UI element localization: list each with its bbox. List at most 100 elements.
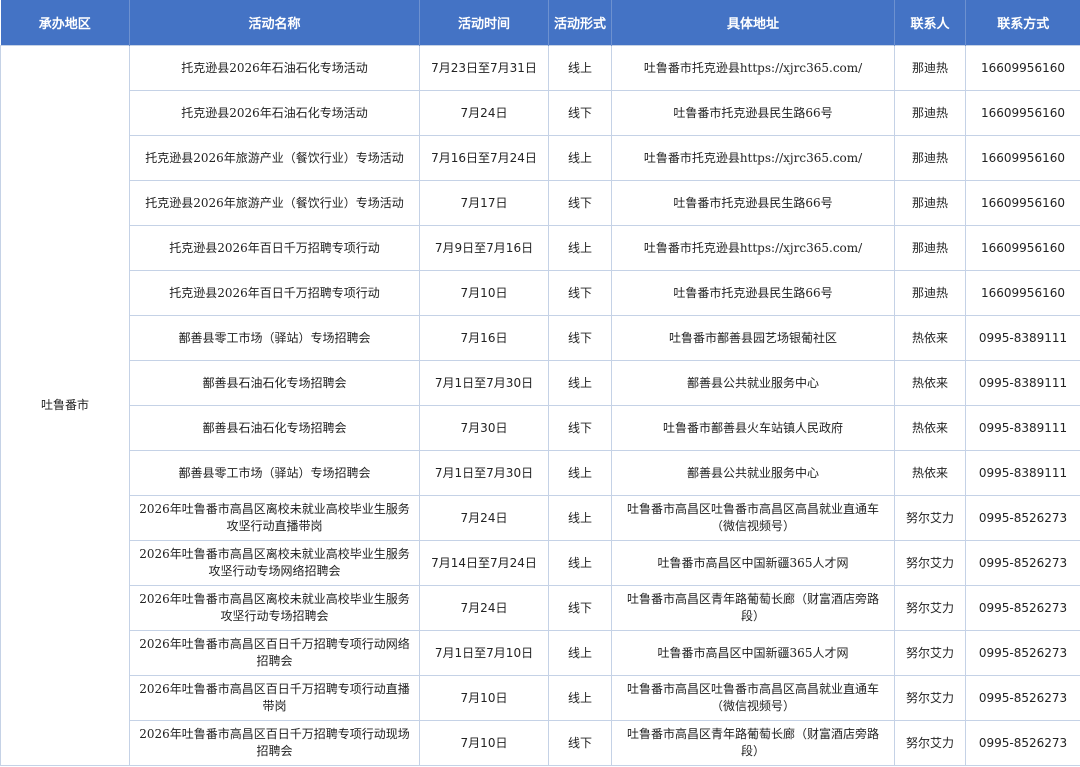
activity-name-cell: 鄯善县零工市场（驿站）专场招聘会 xyxy=(129,450,420,496)
table-row: 2026年吐鲁番市高昌区离校未就业高校毕业生服务攻坚行动直播带岗 7月24日 线… xyxy=(1,495,1080,541)
contact-phone-cell: 16609956160 xyxy=(965,45,1080,91)
contact-person-cell: 努尔艾力 xyxy=(894,675,966,721)
activity-form-cell: 线上 xyxy=(548,495,612,541)
activity-form-cell: 线上 xyxy=(548,225,612,271)
contact-phone-cell: 16609956160 xyxy=(965,180,1080,226)
address-cell: 吐鲁番市托克逊县https://xjrc365.com/ xyxy=(611,135,895,181)
contact-person-cell: 那迪热 xyxy=(894,90,966,136)
header-activity-form: 活动形式 xyxy=(548,0,612,46)
activity-time-cell: 7月30日 xyxy=(419,405,549,451)
address-cell: 吐鲁番市托克逊县https://xjrc365.com/ xyxy=(611,225,895,271)
header-activity-name: 活动名称 xyxy=(129,0,420,46)
table-row: 托克逊县2026年旅游产业（餐饮行业）专场活动 7月16日至7月24日 线上 吐… xyxy=(1,135,1080,181)
address-cell: 吐鲁番市鄯善县火车站镇人民政府 xyxy=(611,405,895,451)
address-cell: 鄯善县公共就业服务中心 xyxy=(611,450,895,496)
header-address: 具体地址 xyxy=(611,0,895,46)
activity-name-cell: 2026年吐鲁番市高昌区百日千万招聘专项行动网络招聘会 xyxy=(129,630,420,676)
activity-name-cell: 鄯善县石油石化专场招聘会 xyxy=(129,360,420,406)
address-cell: 鄯善县公共就业服务中心 xyxy=(611,360,895,406)
address-cell: 吐鲁番市托克逊县https://xjrc365.com/ xyxy=(611,45,895,91)
header-region: 承办地区 xyxy=(0,0,130,46)
activity-time-cell: 7月23日至7月31日 xyxy=(419,45,549,91)
activity-name-cell: 托克逊县2026年石油石化专场活动 xyxy=(129,45,420,91)
contact-person-cell: 那迪热 xyxy=(894,45,966,91)
table-row: 托克逊县2026年石油石化专场活动 7月24日 线下 吐鲁番市托克逊县民生路66… xyxy=(1,90,1080,136)
contact-phone-cell: 0995-8526273 xyxy=(965,495,1080,541)
activity-form-cell: 线下 xyxy=(548,315,612,361)
table-row: 2026年吐鲁番市高昌区百日千万招聘专项行动现场招聘会 7月10日 线下 吐鲁番… xyxy=(1,720,1080,766)
contact-phone-cell: 16609956160 xyxy=(965,135,1080,181)
activity-form-cell: 线上 xyxy=(548,450,612,496)
address-cell: 吐鲁番市托克逊县民生路66号 xyxy=(611,270,895,316)
contact-person-cell: 努尔艾力 xyxy=(894,720,966,766)
activity-name-cell: 托克逊县2026年旅游产业（餐饮行业）专场活动 xyxy=(129,180,420,226)
table-row: 鄯善县零工市场（驿站）专场招聘会 7月1日至7月30日 线上 鄯善县公共就业服务… xyxy=(1,450,1080,496)
header-activity-time: 活动时间 xyxy=(419,0,549,46)
activity-name-cell: 鄯善县石油石化专场招聘会 xyxy=(129,405,420,451)
contact-phone-cell: 0995-8526273 xyxy=(965,675,1080,721)
activity-time-cell: 7月9日至7月16日 xyxy=(419,225,549,271)
activity-time-cell: 7月17日 xyxy=(419,180,549,226)
contact-phone-cell: 0995-8526273 xyxy=(965,540,1080,586)
contact-person-cell: 努尔艾力 xyxy=(894,585,966,631)
activity-name-cell: 托克逊县2026年百日千万招聘专项行动 xyxy=(129,225,420,271)
activity-name-cell: 托克逊县2026年石油石化专场活动 xyxy=(129,90,420,136)
header-contact-person: 联系人 xyxy=(894,0,966,46)
table-row: 2026年吐鲁番市高昌区离校未就业高校毕业生服务攻坚行动专场网络招聘会 7月14… xyxy=(1,540,1080,586)
table-row: 2026年吐鲁番市高昌区离校未就业高校毕业生服务攻坚行动专场招聘会 7月24日 … xyxy=(1,585,1080,631)
table-row: 2026年吐鲁番市高昌区百日千万招聘专项行动网络招聘会 7月1日至7月10日 线… xyxy=(1,630,1080,676)
activity-name-cell: 托克逊县2026年百日千万招聘专项行动 xyxy=(129,270,420,316)
header-row: 承办地区 活动名称 活动时间 活动形式 具体地址 联系人 联系方式 xyxy=(0,0,1080,46)
contact-person-cell: 那迪热 xyxy=(894,225,966,271)
activity-time-cell: 7月24日 xyxy=(419,90,549,136)
activity-time-cell: 7月10日 xyxy=(419,270,549,316)
activity-time-cell: 7月24日 xyxy=(419,495,549,541)
table-row: 鄯善县石油石化专场招聘会 7月30日 线下 吐鲁番市鄯善县火车站镇人民政府 热依… xyxy=(1,405,1080,451)
activity-name-cell: 2026年吐鲁番市高昌区离校未就业高校毕业生服务攻坚行动专场招聘会 xyxy=(129,585,420,631)
activity-name-cell: 鄯善县零工市场（驿站）专场招聘会 xyxy=(129,315,420,361)
contact-person-cell: 热依来 xyxy=(894,405,966,451)
address-cell: 吐鲁番市高昌区吐鲁番市高昌区高昌就业直通车（微信视频号） xyxy=(611,675,895,721)
address-cell: 吐鲁番市高昌区吐鲁番市高昌区高昌就业直通车（微信视频号） xyxy=(611,495,895,541)
activity-table: 承办地区 活动名称 活动时间 活动形式 具体地址 联系人 联系方式 吐鲁番市 托… xyxy=(0,0,1080,766)
contact-person-cell: 热依来 xyxy=(894,315,966,361)
activity-time-cell: 7月16日 xyxy=(419,315,549,361)
activity-form-cell: 线上 xyxy=(548,135,612,181)
contact-phone-cell: 16609956160 xyxy=(965,270,1080,316)
activity-name-cell: 2026年吐鲁番市高昌区离校未就业高校毕业生服务攻坚行动直播带岗 xyxy=(129,495,420,541)
contact-person-cell: 努尔艾力 xyxy=(894,540,966,586)
activity-time-cell: 7月1日至7月30日 xyxy=(419,450,549,496)
activity-form-cell: 线下 xyxy=(548,90,612,136)
activity-form-cell: 线下 xyxy=(548,585,612,631)
activity-time-cell: 7月16日至7月24日 xyxy=(419,135,549,181)
address-cell: 吐鲁番市鄯善县园艺场银葡社区 xyxy=(611,315,895,361)
address-cell: 吐鲁番市高昌区中国新疆365人才网 xyxy=(611,630,895,676)
contact-person-cell: 热依来 xyxy=(894,360,966,406)
activity-time-cell: 7月1日至7月30日 xyxy=(419,360,549,406)
activity-form-cell: 线下 xyxy=(548,270,612,316)
address-cell: 吐鲁番市高昌区青年路葡萄长廊（财富酒店旁路段） xyxy=(611,720,895,766)
activity-time-cell: 7月10日 xyxy=(419,720,549,766)
table-row: 托克逊县2026年百日千万招聘专项行动 7月9日至7月16日 线上 吐鲁番市托克… xyxy=(1,225,1080,271)
address-cell: 吐鲁番市托克逊县民生路66号 xyxy=(611,90,895,136)
table-row: 吐鲁番市 托克逊县2026年石油石化专场活动 7月23日至7月31日 线上 吐鲁… xyxy=(0,45,1080,766)
activity-name-cell: 2026年吐鲁番市高昌区百日千万招聘专项行动直播带岗 xyxy=(129,675,420,721)
address-cell: 吐鲁番市高昌区中国新疆365人才网 xyxy=(611,540,895,586)
contact-phone-cell: 0995-8526273 xyxy=(965,585,1080,631)
activity-name-cell: 托克逊县2026年旅游产业（餐饮行业）专场活动 xyxy=(129,135,420,181)
activity-name-cell: 2026年吐鲁番市高昌区百日千万招聘专项行动现场招聘会 xyxy=(129,720,420,766)
address-cell: 吐鲁番市高昌区青年路葡萄长廊（财富酒店旁路段） xyxy=(611,585,895,631)
contact-phone-cell: 0995-8389111 xyxy=(965,315,1080,361)
activity-time-cell: 7月24日 xyxy=(419,585,549,631)
activity-form-cell: 线下 xyxy=(548,180,612,226)
table-row: 托克逊县2026年百日千万招聘专项行动 7月10日 线下 吐鲁番市托克逊县民生路… xyxy=(1,270,1080,316)
table-row: 托克逊县2026年旅游产业（餐饮行业）专场活动 7月17日 线下 吐鲁番市托克逊… xyxy=(1,180,1080,226)
activity-form-cell: 线上 xyxy=(548,675,612,721)
address-cell: 吐鲁番市托克逊县民生路66号 xyxy=(611,180,895,226)
contact-phone-cell: 0995-8389111 xyxy=(965,360,1080,406)
activity-form-cell: 线上 xyxy=(548,360,612,406)
table-body: 吐鲁番市 托克逊县2026年石油石化专场活动 7月23日至7月31日 线上 吐鲁… xyxy=(0,45,1080,766)
activity-form-cell: 线下 xyxy=(548,405,612,451)
contact-phone-cell: 0995-8526273 xyxy=(965,720,1080,766)
contact-phone-cell: 0995-8389111 xyxy=(965,450,1080,496)
